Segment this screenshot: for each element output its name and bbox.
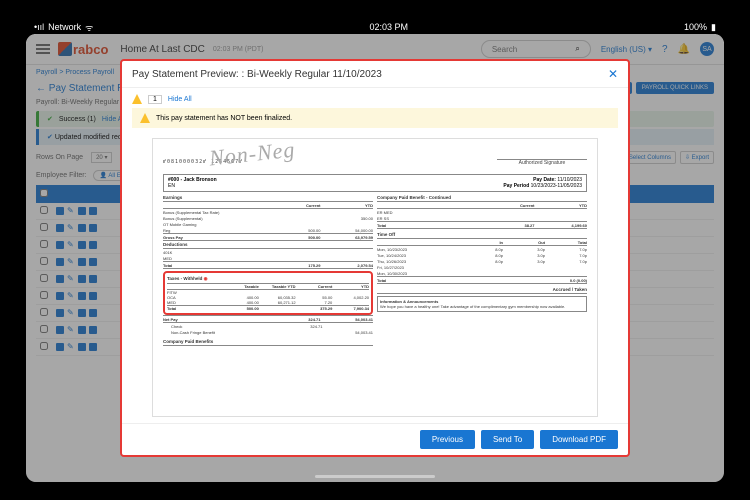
download-pdf-button[interactable]: Download PDF <box>540 430 618 449</box>
battery-icon: ▮ <box>711 22 716 33</box>
info-announcements: Information & Announcements We hope you … <box>377 296 587 312</box>
wifi-icon: ᯤ <box>85 21 93 34</box>
battery-pct: 100% <box>684 22 707 32</box>
signature-line: Authorized Signature <box>497 159 587 166</box>
warn-count: 1 <box>148 95 162 104</box>
pay-statement-modal: Pay Statement Preview: : Bi-Weekly Regul… <box>120 59 630 457</box>
previous-button[interactable]: Previous <box>420 430 475 449</box>
doc-left-column: Earnings CurrentYTD Bonus (Supplemental … <box>163 194 373 346</box>
taxes-highlight-box: Taxes - Withheld ◉ TaxableTaxable YTDCur… <box>163 271 373 315</box>
modal-title: Pay Statement Preview: : Bi-Weekly Regul… <box>132 69 382 80</box>
tablet-notch <box>0 222 6 278</box>
home-indicator[interactable] <box>315 475 435 478</box>
send-to-button[interactable]: Send To <box>481 430 534 449</box>
status-time: 02:03 PM <box>369 22 408 32</box>
close-icon[interactable]: ✕ <box>608 67 618 81</box>
employee-header: #000 - Jack BronsonPay Date: 11/10/2023 … <box>163 174 587 192</box>
warn-banner: This pay statement has NOT been finalize… <box>132 108 618 128</box>
modal-hide-all[interactable]: Hide All <box>168 96 192 103</box>
document-preview: Non-Neg ⑈081000032⑈ 1234567⑈ Authorized … <box>152 138 598 417</box>
network-label: Network <box>48 22 81 32</box>
signal-icon: •ııl <box>34 22 44 32</box>
doc-right-column: Company Paid Benefit - Continued Current… <box>377 194 587 346</box>
modal-backdrop: Pay Statement Preview: : Bi-Weekly Regul… <box>26 34 724 482</box>
warning-icon <box>132 94 142 104</box>
warning-icon-2 <box>140 113 150 123</box>
